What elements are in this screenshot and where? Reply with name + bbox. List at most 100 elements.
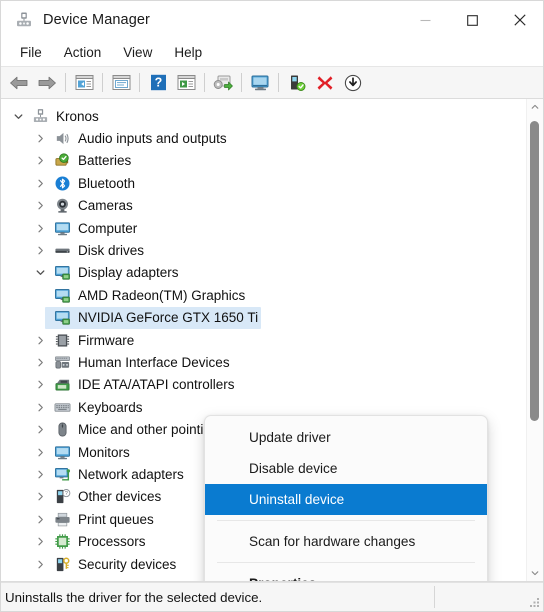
tree-item-display-adapters[interactable]: Display adapters bbox=[1, 262, 526, 284]
tree-item-label: IDE ATA/ATAPI controllers bbox=[78, 377, 235, 393]
ide-controller-icon bbox=[51, 376, 73, 393]
menu-file[interactable]: File bbox=[9, 42, 53, 64]
tree-item-disk-drives[interactable]: Disk drives bbox=[1, 239, 526, 261]
scroll-down-arrow-icon[interactable] bbox=[527, 565, 543, 581]
tree-item-batteries[interactable]: Batteries bbox=[1, 150, 526, 172]
printer-icon bbox=[51, 511, 73, 528]
tree-item-label: Processors bbox=[78, 534, 146, 550]
chevron-right-icon[interactable] bbox=[29, 403, 51, 412]
tree-item-label: NVIDIA GeForce GTX 1650 Ti bbox=[78, 310, 259, 326]
tree-item-firmware[interactable]: Firmware bbox=[1, 329, 526, 351]
tree-item-ide-ata-atapi-controllers[interactable]: IDE ATA/ATAPI controllers bbox=[1, 374, 526, 396]
menu-view[interactable]: View bbox=[112, 42, 163, 64]
status-bar-pane bbox=[434, 586, 525, 608]
show-hide-action-pane-button[interactable] bbox=[172, 69, 200, 96]
maximize-icon bbox=[467, 14, 478, 26]
ctx-scan-hardware-changes[interactable]: Scan for hardware changes bbox=[205, 526, 487, 557]
monitor-icon bbox=[51, 220, 73, 237]
window-title: Device Manager bbox=[43, 12, 150, 28]
tree-item-label: Human Interface Devices bbox=[78, 354, 230, 370]
chevron-right-icon[interactable] bbox=[29, 560, 51, 569]
context-menu-separator bbox=[217, 520, 475, 521]
scrollbar-thumb[interactable] bbox=[530, 121, 539, 421]
chevron-right-icon[interactable] bbox=[29, 246, 51, 255]
network-adapter-icon bbox=[51, 466, 73, 483]
tree-item-label: Security devices bbox=[78, 556, 177, 572]
close-icon bbox=[513, 14, 526, 26]
toolbar-separator bbox=[139, 73, 140, 92]
chevron-right-icon[interactable] bbox=[29, 515, 51, 524]
tree-item-audio-inputs-and-outputs[interactable]: Audio inputs and outputs bbox=[1, 127, 526, 149]
chevron-right-icon[interactable] bbox=[29, 537, 51, 546]
tree-item-bluetooth[interactable]: Bluetooth bbox=[1, 172, 526, 194]
menu-bar: File Action View Help bbox=[1, 39, 543, 66]
display-adapter-icon bbox=[51, 287, 73, 304]
chevron-right-icon[interactable] bbox=[29, 470, 51, 479]
chevron-right-icon[interactable] bbox=[29, 179, 51, 188]
chevron-right-icon[interactable] bbox=[29, 425, 51, 434]
tree-item-cameras[interactable]: Cameras bbox=[1, 195, 526, 217]
help-button[interactable]: ? bbox=[144, 69, 172, 96]
chevron-right-icon[interactable] bbox=[29, 224, 51, 233]
maximize-button[interactable] bbox=[449, 1, 496, 39]
scan-hardware-changes-button[interactable] bbox=[246, 69, 274, 96]
chevron-right-icon[interactable] bbox=[29, 336, 51, 345]
toolbar-separator bbox=[102, 73, 103, 92]
chevron-right-icon[interactable] bbox=[29, 492, 51, 501]
ctx-disable-device[interactable]: Disable device bbox=[205, 453, 487, 484]
display-adapter-icon bbox=[51, 309, 73, 326]
display-adapter-icon bbox=[51, 264, 73, 281]
show-hide-console-tree-button[interactable] bbox=[70, 69, 98, 96]
update-driver-button[interactable] bbox=[209, 69, 237, 96]
ctx-properties[interactable]: Properties bbox=[205, 568, 487, 581]
firmware-icon bbox=[51, 332, 73, 349]
menu-action[interactable]: Action bbox=[53, 42, 113, 64]
chevron-right-icon[interactable] bbox=[29, 448, 51, 457]
toolbar-separator bbox=[278, 73, 279, 92]
back-button[interactable] bbox=[5, 69, 33, 96]
tree-item-amd-radeon-graphics[interactable]: AMD Radeon(TM) Graphics bbox=[1, 284, 526, 306]
scroll-up-arrow-icon[interactable] bbox=[527, 99, 543, 115]
menu-help[interactable]: Help bbox=[163, 42, 213, 64]
scan-monitor-icon bbox=[251, 75, 268, 90]
update-driver-icon bbox=[213, 75, 233, 90]
svg-text:?: ? bbox=[64, 492, 67, 498]
tree-item-label: Other devices bbox=[78, 489, 162, 505]
device-tree-panel: Kronos Audio inputs and outputs Batterie… bbox=[1, 99, 543, 582]
chevron-right-icon[interactable] bbox=[29, 201, 51, 210]
tree-item-kronos[interactable]: Kronos bbox=[1, 105, 526, 127]
status-message: Uninstalls the driver for the selected d… bbox=[5, 589, 263, 605]
chevron-right-icon[interactable] bbox=[29, 156, 51, 165]
back-arrow-icon bbox=[10, 76, 28, 89]
tree-item-human-interface-devices[interactable]: Human Interface Devices bbox=[1, 351, 526, 373]
ctx-uninstall-device[interactable]: Uninstall device bbox=[205, 484, 487, 515]
camera-icon bbox=[51, 197, 73, 214]
tree-item-label: Cameras bbox=[78, 198, 133, 214]
close-button[interactable] bbox=[496, 1, 543, 39]
chevron-down-icon[interactable] bbox=[29, 268, 51, 277]
properties-window-icon bbox=[112, 75, 130, 90]
disk-drive-icon bbox=[51, 242, 73, 259]
tree-item-label: Monitors bbox=[78, 444, 130, 460]
toolbar-separator bbox=[65, 73, 66, 92]
monitor-icon bbox=[51, 444, 73, 461]
resize-grip-icon[interactable] bbox=[527, 595, 541, 609]
tree-item-nvidia-geforce-gtx-1650-ti[interactable]: NVIDIA GeForce GTX 1650 Ti bbox=[1, 306, 526, 329]
speaker-icon bbox=[51, 130, 73, 147]
chevron-right-icon[interactable] bbox=[29, 358, 51, 367]
properties-button[interactable] bbox=[107, 69, 135, 96]
device-manager-window: Device Manager File Action View Help ? K… bbox=[0, 0, 544, 612]
uninstall-device-button[interactable] bbox=[311, 69, 339, 96]
tree-item-label: Kronos bbox=[56, 108, 99, 124]
ctx-update-driver[interactable]: Update driver bbox=[205, 422, 487, 453]
chevron-right-icon[interactable] bbox=[29, 134, 51, 143]
vertical-scrollbar[interactable] bbox=[526, 99, 543, 581]
chevron-right-icon[interactable] bbox=[29, 380, 51, 389]
tree-item-computer[interactable]: Computer bbox=[1, 217, 526, 239]
context-menu-separator bbox=[217, 562, 475, 563]
disable-device-button[interactable] bbox=[283, 69, 311, 96]
chevron-down-icon[interactable] bbox=[7, 112, 29, 121]
install-legacy-hardware-button[interactable] bbox=[339, 69, 367, 96]
minimize-button[interactable] bbox=[402, 1, 449, 39]
forward-button[interactable] bbox=[33, 69, 61, 96]
